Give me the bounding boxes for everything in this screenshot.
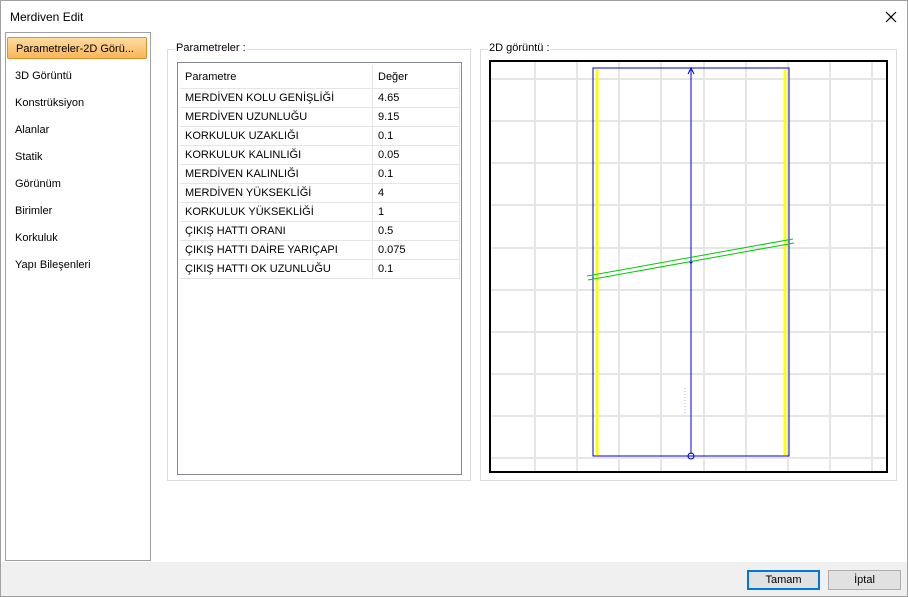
sidebar-item-alanlar[interactable]: Alanlar (7, 119, 147, 141)
sidebar-item-parametreler[interactable]: Parametreler-2D Görü... (7, 37, 147, 59)
param-value[interactable]: 0.1 (372, 126, 460, 146)
param-name: MERDİVEN KALINLIĞI (180, 164, 373, 184)
close-icon (885, 11, 897, 22)
param-value[interactable]: 0.1 (372, 164, 460, 184)
sidebar-item-korkuluk[interactable]: Korkuluk (7, 227, 147, 249)
param-name: KORKULUK YÜKSEKLİĞİ (180, 202, 373, 222)
view2d-group-label: 2D görüntü : (488, 42, 551, 54)
param-value[interactable]: 4.65 (372, 88, 460, 108)
window-title: Merdiven Edit (10, 10, 84, 24)
param-name: MERDİVEN YÜKSEKLİĞİ (180, 183, 373, 203)
param-value[interactable]: 0.1 (372, 259, 460, 279)
params-grid[interactable]: Parametre Değer MERDİVEN KOLU GENİŞLİĞİ 4… (177, 62, 462, 475)
param-name: KORKULUK UZAKLIĞI (180, 126, 373, 146)
sidebar-item-statik[interactable]: Statik (7, 146, 147, 168)
sidebar-item-yapi-bilesenleri[interactable]: Yapı Bileşenleri (7, 254, 147, 276)
table-row[interactable]: MERDİVEN KOLU GENİŞLİĞİ 4.65 (180, 88, 460, 108)
sidebar: Parametreler-2D Görü... 3D Görüntü Konst… (5, 32, 151, 561)
grid-lines (491, 62, 886, 471)
table-row[interactable]: ÇIKIŞ HATTI OK UZUNLUĞU 0.1 (180, 259, 460, 279)
view2d-canvas[interactable] (489, 60, 888, 473)
param-name: ÇIKIŞ HATTI DAİRE YARIÇAPI (180, 240, 373, 260)
close-button[interactable] (875, 1, 907, 32)
param-name: ÇIKIŞ HATTI OK UZUNLUĞU (180, 259, 373, 279)
param-name: ÇIKIŞ HATTI ORANI (180, 221, 373, 241)
table-row[interactable]: KORKULUK KALINLIĞI 0.05 (180, 145, 460, 165)
param-value[interactable]: 0.5 (372, 221, 460, 241)
param-value[interactable]: 4 (372, 183, 460, 203)
cut-line-1 (586, 238, 794, 277)
cancel-button[interactable]: İptal (828, 570, 901, 590)
dialog-window: Merdiven Edit Parametreler-2D Görü... 3D… (0, 0, 908, 597)
params-table: Parametre Değer MERDİVEN KOLU GENİŞLİĞİ 4… (180, 65, 460, 279)
param-value[interactable]: 0.05 (372, 145, 460, 165)
param-value[interactable]: 0.075 (372, 240, 460, 260)
table-row[interactable]: ÇIKIŞ HATTI DAİRE YARIÇAPI 0.075 (180, 240, 460, 260)
param-name: MERDİVEN UZUNLUĞU (180, 107, 373, 127)
table-row[interactable]: MERDİVEN YÜKSEKLİĞİ 4 (180, 183, 460, 203)
params-group-label: Parametreler : (175, 42, 247, 54)
param-name: KORKULUK KALINLIĞI (180, 145, 373, 165)
sidebar-item-gorunum[interactable]: Görünüm (7, 173, 147, 195)
title-bar: Merdiven Edit (1, 1, 907, 32)
table-row[interactable]: MERDİVEN UZUNLUĞU 9.15 (180, 107, 460, 127)
sidebar-item-konstruksiyon[interactable]: Konstrüksiyon (7, 92, 147, 114)
table-row[interactable]: MERDİVEN KALINLIĞI 0.1 (180, 164, 460, 184)
table-row[interactable]: KORKULUK YÜKSEKLİĞİ 1 (180, 202, 460, 222)
table-row[interactable]: KORKULUK UZAKLIĞI 0.1 (180, 126, 460, 146)
param-value[interactable]: 9.15 (372, 107, 460, 127)
column-header-deger[interactable]: Değer (372, 65, 460, 89)
param-value[interactable]: 1 (372, 202, 460, 222)
sidebar-item-3d-goruntu[interactable]: 3D Görüntü (7, 65, 147, 87)
param-name: MERDİVEN KOLU GENİŞLİĞİ (180, 88, 373, 108)
table-header-row: Parametre Değer (180, 65, 460, 89)
stair-plan-drawing (491, 62, 886, 471)
sidebar-item-birimler[interactable]: Birimler (7, 200, 147, 222)
table-row[interactable]: ÇIKIŞ HATTI ORANI 0.5 (180, 221, 460, 241)
ok-button[interactable]: Tamam (747, 570, 820, 590)
column-header-parametre[interactable]: Parametre (180, 65, 373, 89)
